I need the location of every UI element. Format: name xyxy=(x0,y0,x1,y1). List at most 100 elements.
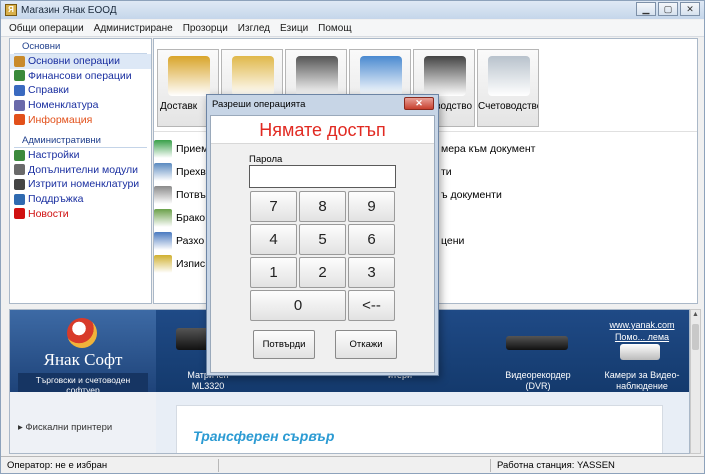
module-tile[interactable]: Счетоводство xyxy=(477,49,539,127)
help-link[interactable]: Помо... лема xyxy=(590,332,689,342)
sidebar-item-label: Поддръжка xyxy=(28,193,84,206)
dialog-title-bar: Разреши операцията ✕ xyxy=(207,95,438,113)
authorize-dialog: Разреши операцията ✕ Нямате достъп Парол… xyxy=(206,94,439,376)
sidebar-item[interactable]: Информация xyxy=(10,112,151,127)
operation-label: Потвъ xyxy=(176,189,206,201)
title-bar: Я Магазин Янак ЕООД ▁ ▢ ✕ xyxy=(1,1,704,19)
sidebar: Основни Основни операции Финансови операц… xyxy=(9,38,152,304)
key-2[interactable]: 2 xyxy=(299,257,346,288)
sidebar-item-label: Настройки xyxy=(28,149,80,162)
menu-bar: Общи операции Администриране Прозорци Из… xyxy=(1,20,704,37)
product-caption: ML3320 xyxy=(191,381,225,391)
product-dvr[interactable]: Видеорекордер (DVR) xyxy=(486,310,590,392)
operation-label: Брако xyxy=(176,212,206,224)
operation-link-right[interactable]: ти xyxy=(441,166,452,178)
nomenclature-icon xyxy=(14,99,25,111)
key-1[interactable]: 1 xyxy=(250,257,297,288)
operation-link-right[interactable]: цени xyxy=(441,235,464,247)
station-status: Работна станция: YASSEN xyxy=(491,459,704,472)
station-label: Работна станция: xyxy=(497,459,575,471)
confirm-button[interactable]: Потвърди xyxy=(253,330,315,359)
menu-help[interactable]: Помощ xyxy=(318,23,351,34)
receive-icon xyxy=(154,140,172,158)
yanak-link[interactable]: www.yanak.com xyxy=(590,320,689,330)
menu-windows[interactable]: Прозорци xyxy=(183,23,228,34)
brand-panel[interactable]: Янак Софт Търговски и счетоводен софтуер xyxy=(10,310,156,397)
maximize-button[interactable]: ▢ xyxy=(658,2,678,16)
support-icon xyxy=(14,193,25,205)
product-caption: Видеорекордер xyxy=(505,370,571,380)
operation-link[interactable]: Прехв xyxy=(154,162,206,182)
gears-icon xyxy=(424,56,466,96)
sidebar-item-label: Справки xyxy=(28,84,69,97)
sidebar-item[interactable]: Поддръжка xyxy=(10,192,151,207)
deleted-icon xyxy=(14,178,25,190)
sidebar-item-label: Информация xyxy=(28,113,93,126)
key-9[interactable]: 9 xyxy=(348,191,395,222)
sidebar-item[interactable]: Основни операции xyxy=(10,54,151,69)
operator-label: Оператор: xyxy=(7,459,53,471)
folder-icon xyxy=(14,55,25,67)
sidebar-group-admin: Административни xyxy=(14,133,147,148)
sidebar-item[interactable]: Допълнителни модули xyxy=(10,163,151,178)
key-8[interactable]: 8 xyxy=(299,191,346,222)
sidebar-item[interactable]: Новости xyxy=(10,206,151,221)
operation-link[interactable]: Разхо xyxy=(154,231,204,251)
menu-general-operations[interactable]: Общи операции xyxy=(9,23,84,34)
sidebar-item[interactable]: Финансови операции xyxy=(10,69,151,84)
operation-label: Прехв xyxy=(176,166,206,178)
promo-title: Трансферен сървър xyxy=(193,428,335,444)
info-icon xyxy=(14,114,25,126)
menu-languages[interactable]: Езици xyxy=(280,23,308,34)
key-3[interactable]: 3 xyxy=(348,257,395,288)
key-7[interactable]: 7 xyxy=(250,191,297,222)
scroll-thumb[interactable] xyxy=(692,324,699,350)
access-denied-message: Нямате достъп xyxy=(211,116,434,144)
sidebar-item-label: Основни операции xyxy=(28,55,121,68)
product-cameras[interactable]: www.yanak.com Помо... лема Камери за Вид… xyxy=(590,310,689,392)
cancel-button[interactable]: Откажи xyxy=(335,330,397,359)
sidebar-item[interactable]: Изтрити номенклатури xyxy=(10,177,151,192)
operation-link[interactable]: Изпис xyxy=(154,254,205,274)
window-title: Магазин Янак ЕООД xyxy=(21,4,117,16)
operation-link[interactable]: Брако xyxy=(154,208,205,228)
key-4[interactable]: 4 xyxy=(250,224,297,255)
status-bar: Оператор: не е избран Работна станция: Y… xyxy=(1,456,704,473)
dialog-body: Нямате достъп Парола 7 8 9 4 5 6 1 2 3 0 <-- Потвъ… xyxy=(210,115,435,373)
banner-scrollbar[interactable]: ▲ xyxy=(690,309,701,454)
operation-link-right[interactable]: ъ документи xyxy=(441,189,502,201)
finance-icon xyxy=(14,70,25,82)
dialog-close-button[interactable]: ✕ xyxy=(404,97,434,110)
password-label: Парола xyxy=(249,154,283,165)
writeoff-icon xyxy=(154,255,172,273)
building-icon xyxy=(360,56,402,96)
backspace-key[interactable]: <-- xyxy=(348,290,395,321)
operation-link-right[interactable]: мера към документ xyxy=(441,143,535,155)
key-5[interactable]: 5 xyxy=(299,224,346,255)
minimize-button[interactable]: ▁ xyxy=(636,2,656,16)
sidebar-item-label: Номенклатура xyxy=(28,99,99,112)
transfer-icon xyxy=(154,163,172,181)
promo-box[interactable]: Трансферен сървър xyxy=(176,405,663,453)
app-icon[interactable]: Я xyxy=(5,4,17,16)
fiscal-printers-label: Фискални принтери xyxy=(25,422,113,433)
dvr-icon xyxy=(506,336,568,350)
operator-status: Оператор: не е избран xyxy=(1,458,219,472)
sidebar-item[interactable]: Настройки xyxy=(10,148,151,163)
cash-register-icon xyxy=(232,56,274,96)
key-0[interactable]: 0 xyxy=(250,290,346,321)
menu-administration[interactable]: Администриране xyxy=(94,23,173,34)
yanak-logo-icon xyxy=(67,318,97,348)
fiscal-printers-link[interactable]: ▸ Фискални принтери xyxy=(18,422,112,433)
close-window-button[interactable]: ✕ xyxy=(680,2,700,16)
scroll-up-icon[interactable]: ▲ xyxy=(691,310,700,320)
menu-view[interactable]: Изглед xyxy=(238,23,270,34)
sidebar-item[interactable]: Справки xyxy=(10,83,151,98)
password-input[interactable] xyxy=(249,165,396,188)
sidebar-item[interactable]: Номенклатура xyxy=(10,98,151,113)
brand-name: Янак Софт xyxy=(43,350,123,369)
sidebar-item-label: Новости xyxy=(28,207,69,220)
operation-link[interactable]: Прием xyxy=(154,139,208,159)
key-6[interactable]: 6 xyxy=(348,224,395,255)
operation-link[interactable]: Потвъ xyxy=(154,185,206,205)
